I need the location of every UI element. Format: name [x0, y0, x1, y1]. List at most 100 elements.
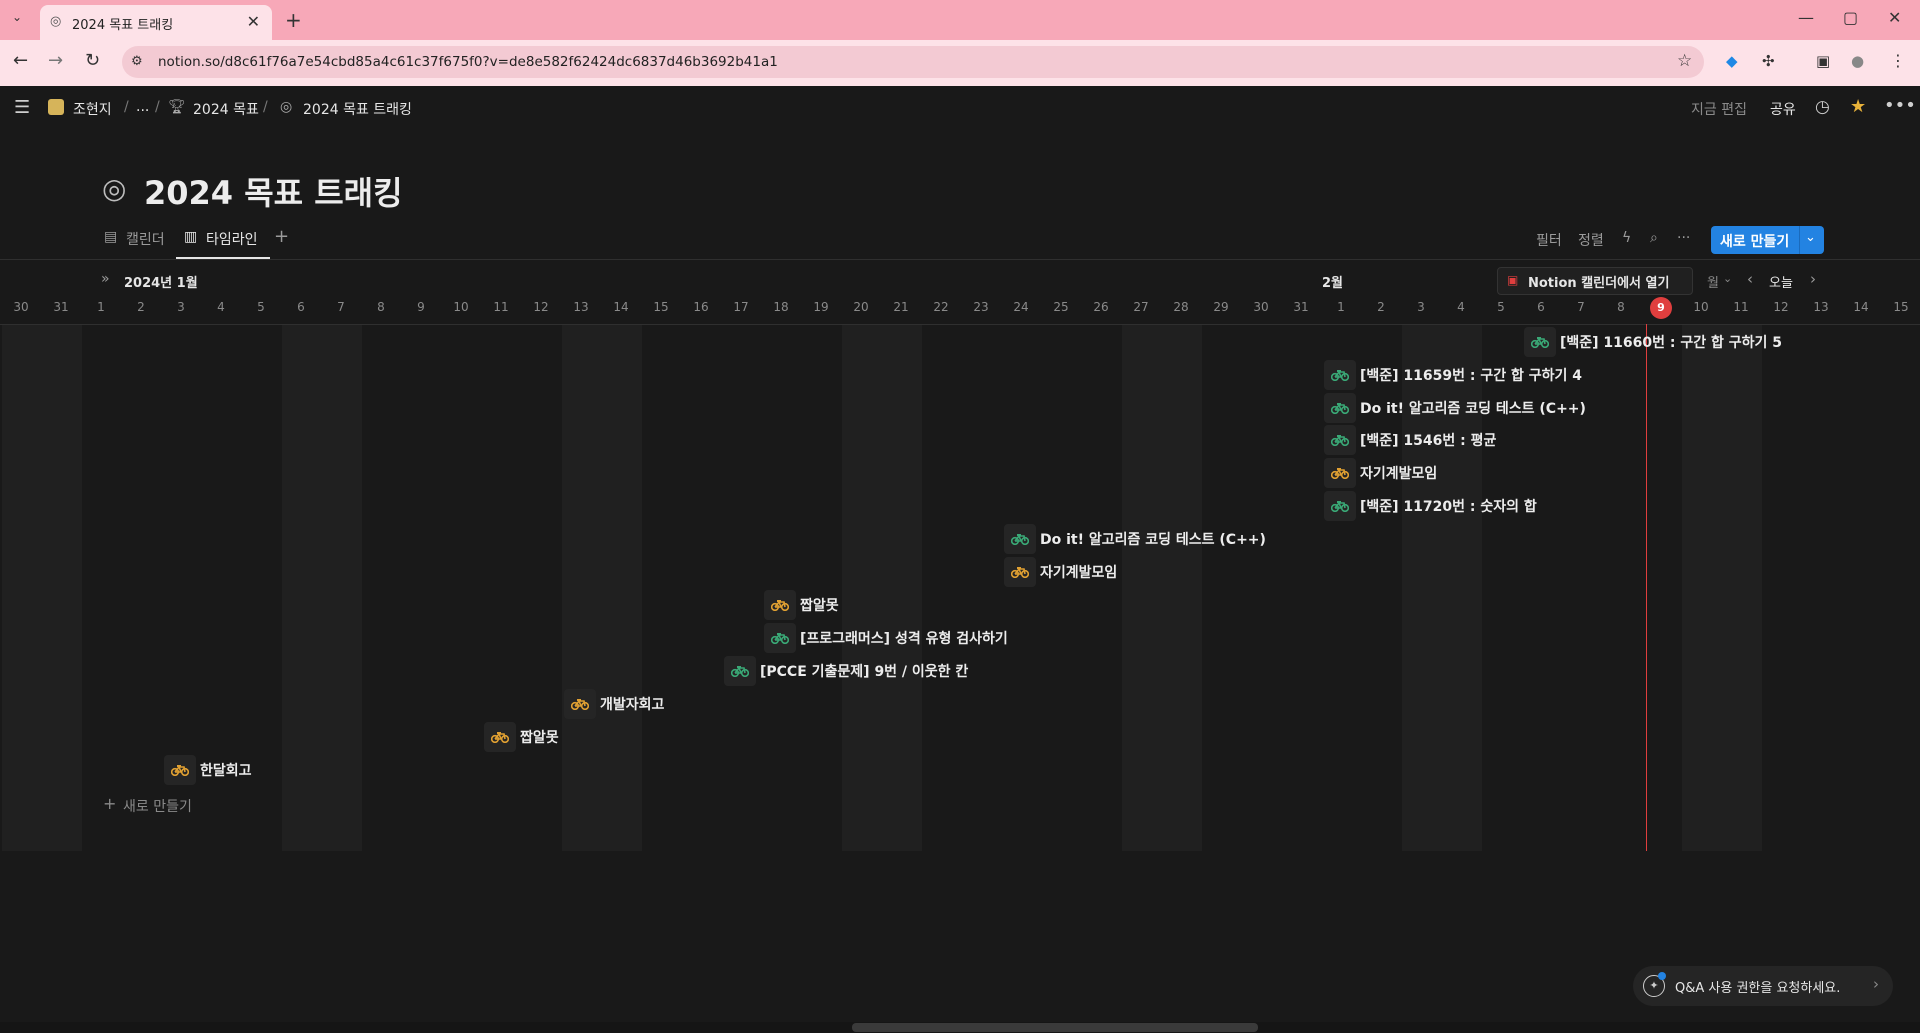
timeline-item[interactable]: [PCCE 기출문제] 9번 / 이웃한 칸	[724, 656, 968, 686]
feb-label: 2월	[1322, 276, 1344, 291]
timeline-item-label: [프로그래머스] 성격 유형 검사하기	[800, 631, 1008, 647]
scale-select[interactable]: 월	[1707, 272, 1719, 291]
qa-widget[interactable]: ✦ Q&A 사용 권한을 요청하세요. ›	[1633, 966, 1893, 1006]
day-number: 1	[97, 300, 105, 314]
timeline-item-label: 자기계발모임	[1040, 565, 1118, 581]
today-button[interactable]: 오늘	[1769, 272, 1793, 291]
timeline-item[interactable]: [프로그래머스] 성격 유형 검사하기	[764, 623, 1008, 653]
next-arrow-icon[interactable]: ›	[1810, 270, 1816, 288]
day-number: 4	[217, 300, 225, 314]
history-clock-icon[interactable]: ◷	[1815, 97, 1830, 117]
timeline-item[interactable]: Do it! 알고리즘 코딩 테스트 (C++)	[1324, 393, 1586, 423]
extensions-icon[interactable]: ✣	[1762, 52, 1775, 70]
side-panel-icon[interactable]: ▣	[1816, 52, 1830, 70]
new-button[interactable]: 새로 만들기 ⌄	[1711, 226, 1824, 254]
add-view-button[interactable]: +	[274, 226, 289, 247]
search-icon[interactable]: ⌕	[1650, 230, 1658, 246]
timeline-item[interactable]: 자기계발모임	[1324, 458, 1437, 488]
scrollbar-thumb[interactable]	[852, 1023, 1258, 1032]
timeline-item-label: [백준] 11659번 : 구간 합 구하기 4	[1360, 368, 1583, 384]
more-options-icon[interactable]: •••	[1884, 95, 1916, 116]
automation-bolt-icon[interactable]: ϟ	[1622, 230, 1631, 246]
breadcrumb-current[interactable]: 2024 목표 트래킹	[303, 99, 412, 119]
day-number: 30	[1253, 300, 1269, 314]
bike-icon	[724, 656, 756, 686]
day-number: 7	[1577, 300, 1585, 314]
chevron-down-icon[interactable]: ⌄	[1723, 272, 1732, 285]
sidebar-toggle-icon[interactable]: ☰	[14, 97, 30, 118]
window-close-icon[interactable]: ✕	[1888, 8, 1901, 27]
timeline-item-label: [PCCE 기출문제] 9번 / 이웃한 칸	[760, 664, 969, 680]
day-number: 13	[1813, 300, 1829, 314]
timeline-item-label: 짭알못	[520, 730, 559, 746]
day-number: 17	[733, 300, 749, 314]
profile-avatar[interactable]: ●	[1851, 52, 1864, 70]
bike-icon	[1524, 327, 1556, 357]
filter-button[interactable]: 필터	[1536, 230, 1562, 250]
day-number: 8	[377, 300, 385, 314]
timeline-item[interactable]: [백준] 1546번 : 평균	[1324, 425, 1496, 455]
prev-arrow-icon[interactable]: ‹	[1747, 270, 1753, 288]
plus-icon[interactable]: +	[103, 794, 116, 813]
timeline-item[interactable]: 짭알못	[484, 722, 559, 752]
breadcrumb-separator: /	[155, 99, 160, 115]
day-number: 13	[573, 300, 589, 314]
timeline-item[interactable]: [백준] 11660번 : 구간 합 구하기 5	[1524, 327, 1782, 357]
open-calendar-label: Notion 캘린더에서 열기	[1528, 276, 1670, 291]
url-text[interactable]: notion.so/d8c61f76a7e54cbd85a4c61c37f675…	[158, 54, 778, 70]
new-tab-button[interactable]: +	[285, 8, 302, 32]
timeline-item[interactable]: Do it! 알고리즘 코딩 테스트 (C++)	[1004, 524, 1266, 554]
timeline-icon: ▥	[184, 229, 198, 245]
edited-status: 지금 편집	[1691, 102, 1747, 118]
timeline-item[interactable]: 짭알못	[764, 590, 839, 620]
browser-tab[interactable]: ◎ 2024 목표 트래킹 ✕	[40, 5, 272, 40]
day-number: 12	[533, 300, 549, 314]
day-number: 18	[773, 300, 789, 314]
back-icon[interactable]: ←	[13, 50, 28, 71]
tab-calendar[interactable]: 캘린더	[126, 229, 165, 249]
timeline-item[interactable]: 자기계발모임	[1004, 557, 1117, 587]
reload-icon[interactable]: ↻	[85, 50, 100, 71]
timeline-item[interactable]: [백준] 11720번 : 숫자의 합	[1324, 491, 1537, 521]
chevron-down-icon[interactable]: ⌄	[1805, 230, 1816, 245]
view-divider	[0, 259, 1920, 260]
restore-icon[interactable]: ▢	[1843, 8, 1858, 27]
trophy-icon: 🏆︎	[168, 99, 186, 115]
bike-icon	[1324, 425, 1356, 455]
chrome-menu-icon[interactable]: ⋮	[1890, 51, 1906, 70]
day-number: 28	[1173, 300, 1189, 314]
bike-icon	[164, 755, 196, 785]
expand-chevrons-icon[interactable]: »	[101, 271, 110, 287]
breadcrumb-goals[interactable]: 2024 목표	[193, 99, 259, 119]
weekend-column	[282, 325, 362, 851]
month-label: 2024년 1월	[124, 276, 198, 291]
day-number: 11	[493, 300, 509, 314]
share-button[interactable]: 공유	[1770, 99, 1796, 119]
tab-search-icon[interactable]: ⌄	[12, 10, 22, 24]
more-icon[interactable]: ···	[1677, 230, 1690, 246]
day-number: 31	[1293, 300, 1309, 314]
qa-text: Q&A 사용 권한을 요청하세요.	[1675, 981, 1841, 996]
minimize-icon[interactable]: —	[1798, 8, 1814, 27]
timeline-item[interactable]: 한달회고	[164, 755, 252, 785]
favorite-star-icon[interactable]: ★	[1850, 96, 1866, 117]
day-number: 26	[1093, 300, 1109, 314]
sort-button[interactable]: 정렬	[1578, 230, 1604, 250]
page-title[interactable]: 2024 목표 트래킹	[144, 168, 403, 214]
forward-icon[interactable]: →	[48, 50, 63, 71]
day-number: 1	[1337, 300, 1345, 314]
bookmark-star-icon[interactable]: ☆	[1677, 51, 1692, 71]
site-info-icon[interactable]: ⚙	[131, 54, 143, 69]
new-item-button[interactable]: 새로 만들기	[123, 796, 192, 816]
breadcrumb-workspace[interactable]: 조현지	[73, 99, 112, 119]
tab-timeline[interactable]: 타임라인	[206, 229, 258, 249]
timeline-item[interactable]: 개발자회고	[564, 689, 664, 719]
close-tab-icon[interactable]: ✕	[247, 12, 260, 31]
day-number: 9	[417, 300, 425, 314]
extension-diamond-icon[interactable]: ◆	[1726, 52, 1738, 70]
weekend-column	[1122, 325, 1202, 851]
timeline-item[interactable]: [백준] 11659번 : 구간 합 구하기 4	[1324, 360, 1582, 390]
timeline-item-label: Do it! 알고리즘 코딩 테스트 (C++)	[1040, 532, 1266, 548]
breadcrumb-ellipsis[interactable]: ...	[136, 99, 149, 115]
open-calendar-button[interactable]: ▣ Notion 캘린더에서 열기	[1497, 267, 1693, 295]
